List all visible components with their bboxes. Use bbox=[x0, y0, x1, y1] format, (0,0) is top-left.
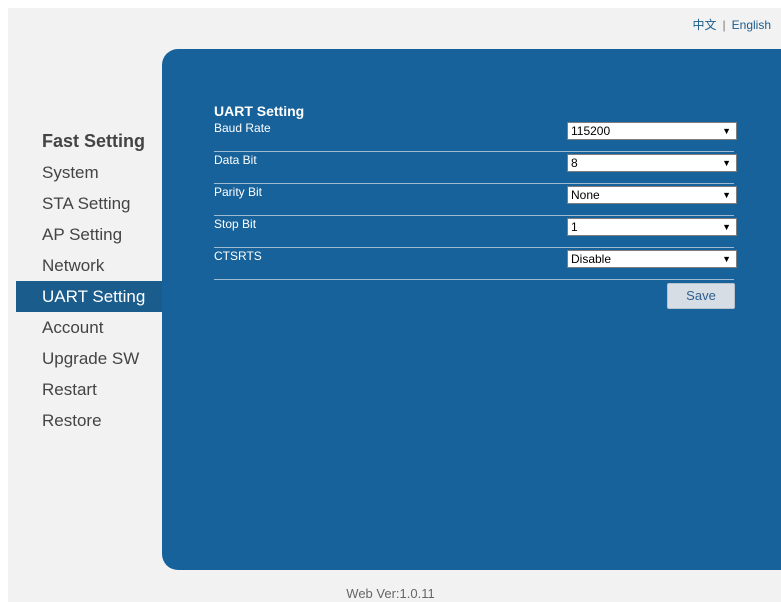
uart-setting-panel: UART Setting Baud Rate 115200 ▼ Data Bit… bbox=[162, 49, 781, 570]
sidebar-item-uart-setting[interactable]: UART Setting bbox=[16, 281, 182, 312]
footer-version: Web Ver:1.0.11 bbox=[346, 586, 435, 601]
save-button[interactable]: Save bbox=[667, 283, 735, 309]
sidebar-item-restart[interactable]: Restart bbox=[16, 374, 166, 405]
sidebar: Fast Setting System STA Setting AP Setti… bbox=[16, 125, 182, 436]
ctsrts-label: CTSRTS bbox=[214, 249, 262, 263]
parity-bit-row: Parity Bit None ▼ bbox=[214, 184, 737, 216]
dropdown-arrow-icon: ▼ bbox=[722, 222, 731, 232]
sidebar-heading-fast-setting[interactable]: Fast Setting bbox=[16, 125, 166, 157]
panel-title: UART Setting bbox=[214, 103, 305, 119]
stop-bit-value: 1 bbox=[571, 220, 578, 234]
data-bit-label: Data Bit bbox=[214, 153, 257, 167]
dropdown-arrow-icon: ▼ bbox=[722, 126, 731, 136]
baud-rate-row: Baud Rate 115200 ▼ bbox=[214, 120, 737, 152]
sidebar-item-account[interactable]: Account bbox=[16, 312, 166, 343]
stop-bit-row: Stop Bit 1 ▼ bbox=[214, 216, 737, 248]
parity-bit-value: None bbox=[571, 188, 600, 202]
data-bit-row: Data Bit 8 ▼ bbox=[214, 152, 737, 184]
parity-bit-select[interactable]: None ▼ bbox=[567, 186, 737, 204]
language-bar: 中文 | English bbox=[693, 16, 772, 33]
ctsrts-row: CTSRTS Disable ▼ bbox=[214, 248, 737, 280]
dropdown-arrow-icon: ▼ bbox=[722, 190, 731, 200]
data-bit-value: 8 bbox=[571, 156, 578, 170]
sidebar-item-sta-setting[interactable]: STA Setting bbox=[16, 188, 166, 219]
baud-rate-select[interactable]: 115200 ▼ bbox=[567, 122, 737, 140]
dropdown-arrow-icon: ▼ bbox=[722, 254, 731, 264]
parity-bit-label: Parity Bit bbox=[214, 185, 263, 199]
data-bit-select[interactable]: 8 ▼ bbox=[567, 154, 737, 172]
ctsrts-select[interactable]: Disable ▼ bbox=[567, 250, 737, 268]
language-chinese-link[interactable]: 中文 bbox=[693, 18, 717, 32]
sidebar-item-upgrade-sw[interactable]: Upgrade SW bbox=[16, 343, 166, 374]
language-english-link[interactable]: English bbox=[732, 18, 771, 32]
dropdown-arrow-icon: ▼ bbox=[722, 158, 731, 168]
settings-form: Baud Rate 115200 ▼ Data Bit 8 ▼ Parity B… bbox=[214, 120, 737, 280]
sidebar-item-network[interactable]: Network bbox=[16, 250, 166, 281]
sidebar-item-system[interactable]: System bbox=[16, 157, 166, 188]
sidebar-item-ap-setting[interactable]: AP Setting bbox=[16, 219, 166, 250]
sidebar-item-restore[interactable]: Restore bbox=[16, 405, 166, 436]
stop-bit-select[interactable]: 1 ▼ bbox=[567, 218, 737, 236]
baud-rate-value: 115200 bbox=[571, 124, 611, 138]
baud-rate-label: Baud Rate bbox=[214, 121, 271, 135]
language-separator: | bbox=[722, 18, 726, 32]
ctsrts-value: Disable bbox=[571, 252, 612, 266]
stop-bit-label: Stop Bit bbox=[214, 217, 257, 231]
